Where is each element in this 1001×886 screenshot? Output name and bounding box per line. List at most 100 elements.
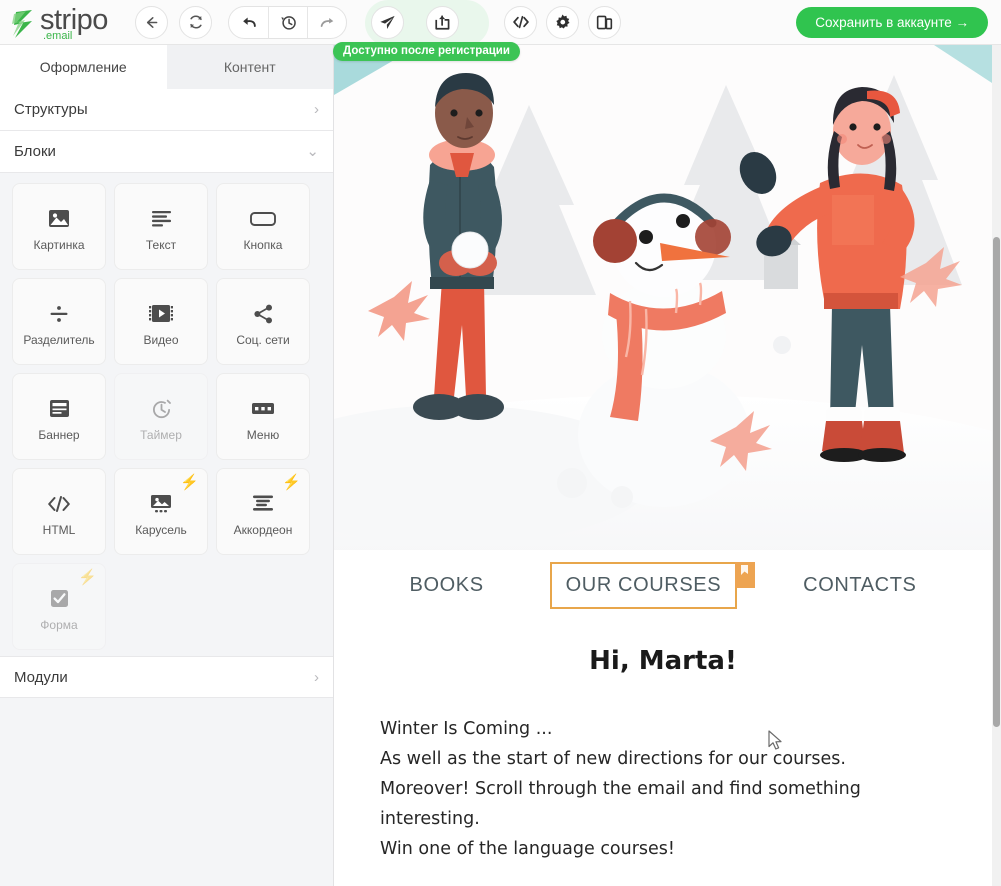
email-preview-canvas: BOOKS OUR COURSES CONTACTS Hi, Marta! Wi… bbox=[334, 45, 992, 886]
top-toolbar: stripo .email Доступно после регистрации… bbox=[0, 0, 1001, 61]
block-timer: Таймер bbox=[114, 373, 208, 460]
premium-bolt-icon: ⚡ bbox=[180, 474, 199, 491]
nav-item-our-courses-label: OUR COURSES bbox=[565, 573, 722, 596]
premium-bolt-icon: ⚡ bbox=[78, 569, 97, 586]
body-line: Winter Is Coming ... bbox=[380, 719, 553, 739]
gear-icon bbox=[556, 14, 570, 28]
block-label: Видео bbox=[143, 332, 179, 347]
sidebar-empty-area bbox=[0, 698, 333, 858]
code-icon bbox=[512, 15, 529, 29]
back-button[interactable] bbox=[135, 5, 168, 39]
banner-icon bbox=[49, 392, 70, 426]
email-greeting[interactable]: Hi, Marta! bbox=[334, 646, 992, 676]
block-divider[interactable]: Разделитель bbox=[12, 278, 106, 365]
nav-item-books[interactable]: BOOKS bbox=[396, 564, 498, 607]
block-image[interactable]: Картинка bbox=[12, 183, 106, 270]
refresh-button[interactable] bbox=[179, 5, 212, 39]
section-structures-label: Структуры bbox=[14, 101, 88, 118]
block-menu[interactable]: Меню bbox=[216, 373, 310, 460]
section-structures[interactable]: Структуры › bbox=[0, 89, 333, 131]
undo-redo-group bbox=[228, 5, 347, 39]
menu-icon bbox=[251, 392, 275, 426]
code-icon bbox=[47, 487, 71, 521]
section-blocks-label: Блоки bbox=[14, 143, 56, 160]
block-accordion[interactable]: ⚡ Аккордеон bbox=[216, 468, 310, 555]
share-icon bbox=[253, 297, 274, 331]
save-to-account-button[interactable]: Сохранить в аккаунте → bbox=[796, 7, 988, 38]
accordion-icon bbox=[252, 487, 274, 521]
stripo-logo-text: stripo .email bbox=[40, 5, 108, 41]
body-line: Moreover! Scroll through the email and f… bbox=[380, 779, 861, 799]
block-video[interactable]: Видео bbox=[114, 278, 208, 365]
video-icon bbox=[149, 297, 173, 331]
section-blocks[interactable]: Блоки ⌄ bbox=[0, 131, 333, 173]
history-clock-icon bbox=[280, 15, 296, 30]
canvas-scrollbar[interactable] bbox=[992, 45, 1001, 886]
stripo-logo-mark bbox=[12, 8, 38, 40]
blocks-panel: Картинка Текст Кнопка Разделитель Видео Соц. … bbox=[0, 173, 333, 656]
undo-button[interactable] bbox=[229, 7, 268, 38]
settings-button[interactable] bbox=[546, 5, 579, 39]
sidebar-tabs: Оформление Контент bbox=[0, 45, 333, 89]
timer-icon bbox=[151, 392, 172, 426]
export-button[interactable] bbox=[426, 5, 459, 39]
editor-tools-group bbox=[495, 5, 621, 39]
block-share[interactable]: Соц. сети bbox=[216, 278, 310, 365]
text-icon bbox=[151, 202, 172, 236]
device-preview-button[interactable] bbox=[588, 5, 621, 39]
block-label: Таймер bbox=[140, 427, 182, 442]
chevron-right-icon: › bbox=[314, 101, 319, 118]
block-label: Карусель bbox=[135, 522, 187, 537]
block-label: Соц. сети bbox=[236, 332, 290, 347]
back-arrow-icon bbox=[146, 16, 158, 28]
stripo-email-editor: stripo .email Доступно после регистрации… bbox=[0, 0, 1001, 886]
block-label: Аккордеон bbox=[233, 522, 293, 537]
email-body-text[interactable]: Winter Is Coming ... As well as the start… bbox=[380, 714, 940, 864]
mouse-cursor bbox=[768, 730, 782, 750]
device-preview-icon bbox=[596, 15, 613, 29]
block-label: Кнопка bbox=[243, 237, 283, 252]
block-label: Текст bbox=[145, 237, 177, 252]
redo-button[interactable] bbox=[307, 6, 346, 38]
divider-icon bbox=[49, 297, 69, 331]
email-nav-menu: BOOKS OUR COURSES CONTACTS bbox=[334, 550, 992, 620]
drag-handle-icon bbox=[740, 564, 748, 575]
block-label: HTML bbox=[42, 522, 76, 537]
form-icon bbox=[50, 582, 69, 616]
tab-appearance[interactable]: Оформление bbox=[0, 45, 167, 89]
registration-tooltip: Доступно после регистрации bbox=[333, 41, 520, 61]
section-modules[interactable]: Модули › bbox=[0, 656, 333, 698]
history-button[interactable] bbox=[268, 6, 307, 38]
block-form: ⚡ Форма bbox=[12, 563, 106, 650]
stripo-logo[interactable]: stripo .email bbox=[12, 5, 124, 41]
undo-icon bbox=[242, 17, 256, 27]
scrollbar-thumb[interactable] bbox=[993, 237, 1000, 727]
left-sidebar: Оформление Контент Структуры › Блоки ⌄ К… bbox=[0, 45, 334, 886]
refresh-icon bbox=[189, 15, 202, 29]
block-code[interactable]: HTML bbox=[12, 468, 106, 555]
block-label: Картинка bbox=[33, 237, 85, 252]
carousel-icon bbox=[150, 487, 172, 521]
chevron-down-icon: ⌄ bbox=[306, 143, 319, 160]
tab-content[interactable]: Контент bbox=[166, 45, 333, 89]
chevron-right-icon: › bbox=[314, 668, 319, 686]
body-line: Win one of the language courses! bbox=[380, 839, 675, 859]
winter-scene-illustration bbox=[334, 45, 992, 550]
body-line: As well as the start of new directions f… bbox=[380, 749, 846, 769]
email-hero-image[interactable] bbox=[334, 45, 992, 550]
block-carousel[interactable]: ⚡ Карусель bbox=[114, 468, 208, 555]
nav-item-our-courses[interactable]: OUR COURSES bbox=[549, 561, 756, 609]
selected-block-badge[interactable] bbox=[735, 561, 756, 588]
view-code-button[interactable] bbox=[504, 5, 537, 39]
export-share-icon bbox=[435, 14, 450, 30]
block-banner[interactable]: Баннер bbox=[12, 373, 106, 460]
block-label: Баннер bbox=[38, 427, 80, 442]
premium-bolt-icon: ⚡ bbox=[282, 474, 301, 491]
nav-item-contacts[interactable]: CONTACTS bbox=[789, 564, 930, 607]
block-button[interactable]: Кнопка bbox=[216, 183, 310, 270]
send-test-button[interactable] bbox=[371, 5, 404, 39]
block-text[interactable]: Текст bbox=[114, 183, 208, 270]
block-label: Разделитель bbox=[23, 332, 95, 347]
image-icon bbox=[48, 202, 70, 236]
block-label: Форма bbox=[40, 617, 78, 632]
